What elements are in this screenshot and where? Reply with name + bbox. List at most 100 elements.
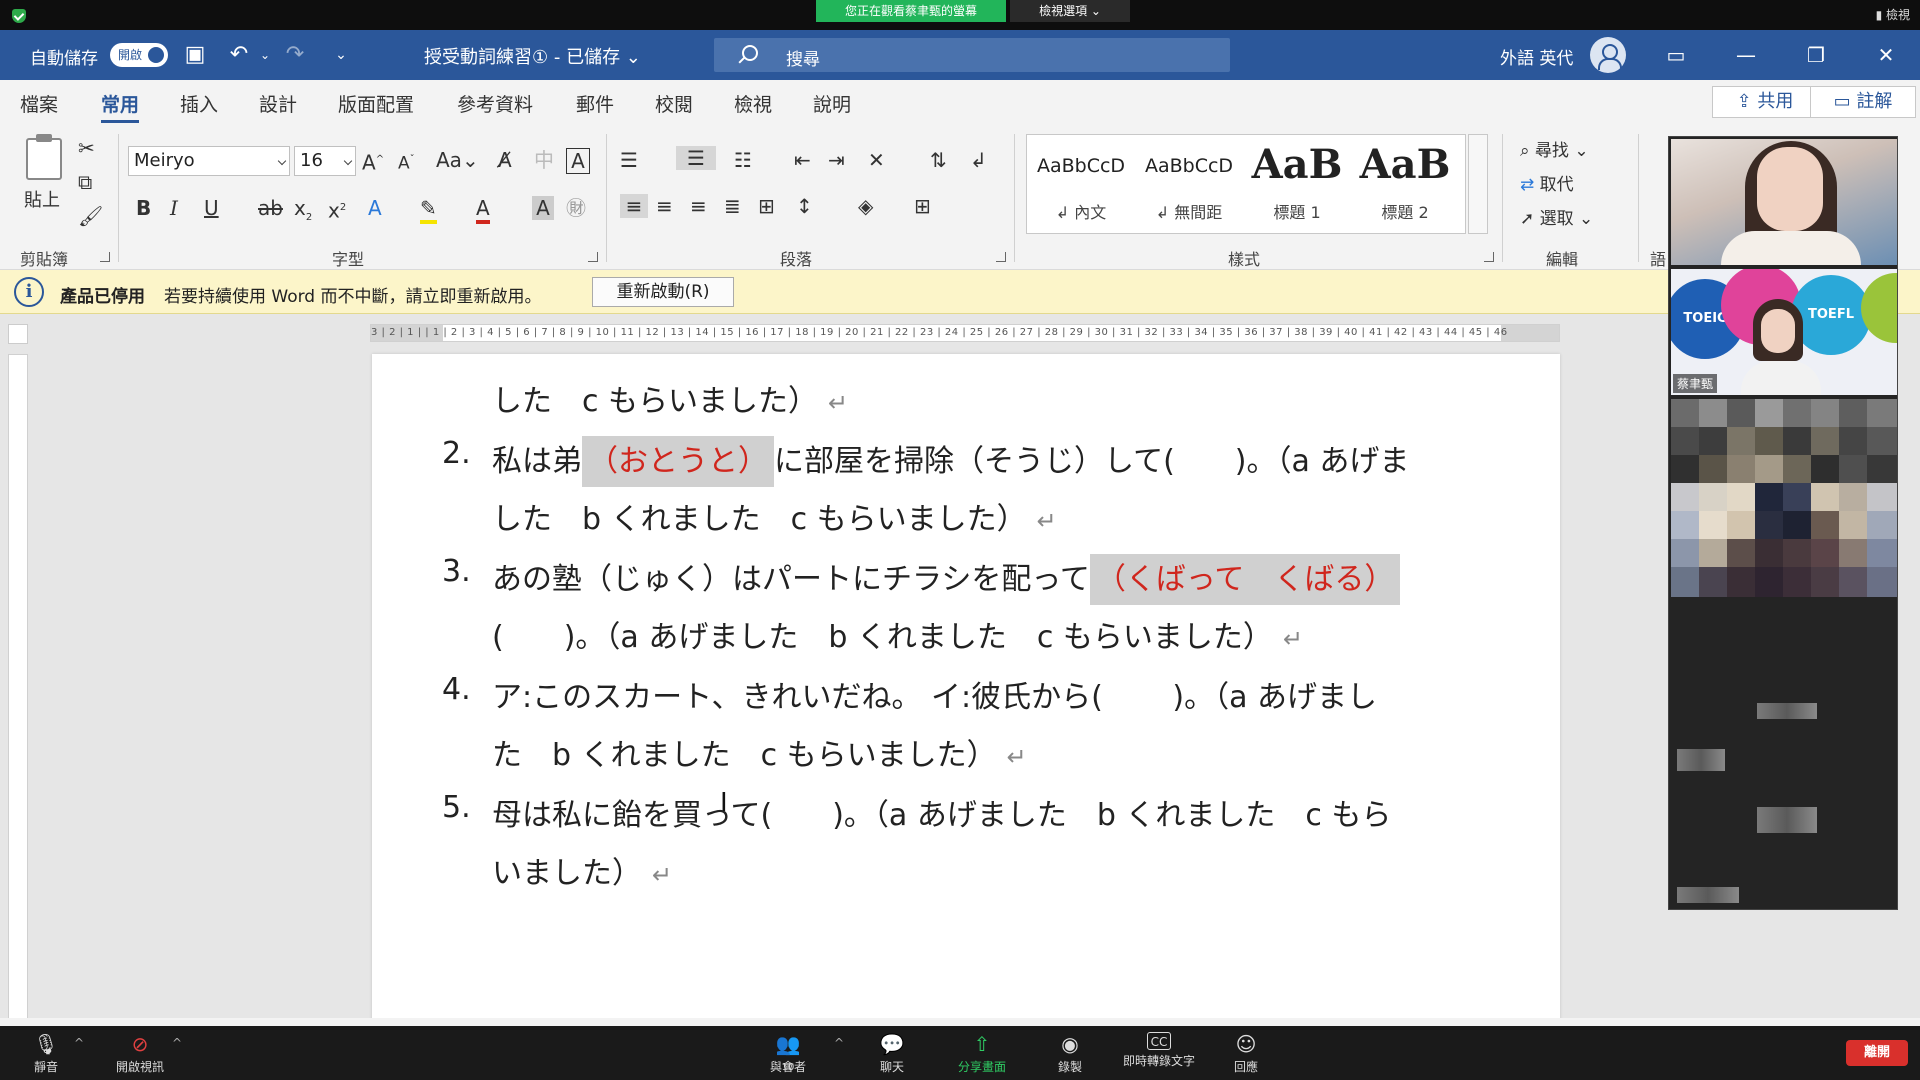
user-name[interactable]: 外語 英代 xyxy=(1500,44,1573,69)
styles-gallery[interactable]: AaBbCcD ↲ 內文 AaBbCcD ↲ 無間距 AaB 標題 1 AaB … xyxy=(1026,134,1466,234)
document-line[interactable]: いました） ↵ xyxy=(492,848,672,892)
document-line[interactable]: た b くれました c もらいました） ↵ xyxy=(492,730,1027,774)
decrease-indent-icon[interactable]: ⇤ xyxy=(794,148,811,172)
document-line[interactable]: した b くれました c もらいました） ↵ xyxy=(492,494,1057,538)
mute-button[interactable]: 🎙 靜音 xyxy=(6,1026,86,1080)
sort-icon[interactable]: ⇅ xyxy=(930,148,947,172)
chat-button[interactable]: 💬 聊天 xyxy=(852,1026,932,1080)
start-video-button[interactable]: ⊘ 開啟視訊 xyxy=(100,1026,180,1080)
line-spacing-icon[interactable]: ↕ xyxy=(796,194,813,218)
underline-icon[interactable]: U xyxy=(204,196,219,220)
document-line[interactable]: ア:このスカート、きれいだね。 イ:彼氏から( )。（a あげまし xyxy=(492,672,1377,716)
character-shading-icon[interactable]: A xyxy=(532,196,554,220)
shrink-font-icon[interactable]: Aˇ xyxy=(398,148,415,176)
clear-formatting-icon[interactable]: A̸ xyxy=(498,148,512,172)
record-button[interactable]: ◉ 錄製 xyxy=(1030,1026,1110,1080)
document-line[interactable]: 私は弟 （おとうと） に部屋を掃除（そうじ）して( )。（a あげま xyxy=(492,436,1409,487)
enclose-characters-icon[interactable]: ㊖ xyxy=(566,196,586,220)
save-icon[interactable]: ▣ xyxy=(182,42,208,68)
grow-font-icon[interactable]: A^ xyxy=(362,148,384,175)
share-screen-button[interactable]: ⇧ 分享畫面 xyxy=(942,1026,1022,1080)
document-line[interactable]: した c もらいました） ↵ xyxy=(492,376,848,420)
video-tile-host[interactable] xyxy=(1671,139,1897,265)
tab-selector[interactable] xyxy=(8,324,28,344)
style-heading-2[interactable]: AaB 標題 2 xyxy=(1351,135,1459,233)
select-button[interactable]: ➚ 選取 ⌄ xyxy=(1520,204,1593,229)
customize-toolbar-icon[interactable]: ⌄ xyxy=(328,42,354,68)
strikethrough-icon[interactable]: ab xyxy=(258,196,283,220)
style-no-spacing[interactable]: AaBbCcD ↲ 無間距 xyxy=(1135,135,1243,233)
document-line[interactable]: 母は私に飴を買って( )。（a あげました b くれました c もら xyxy=(492,790,1391,834)
distributed-icon[interactable]: ⊞ xyxy=(758,194,775,218)
video-options-chevron-icon[interactable]: ^ xyxy=(172,1036,182,1050)
share-button[interactable]: ⇪ 共用 xyxy=(1712,86,1818,118)
tab-design[interactable]: 設計 xyxy=(259,90,297,117)
horizontal-ruler[interactable]: 3 | 2 | 1 | | 1 | 2 | 3 | 4 | 5 | 6 | 7 … xyxy=(370,324,1560,342)
text-effects-icon[interactable]: A xyxy=(368,196,382,220)
tab-references[interactable]: 參考資料 xyxy=(457,90,533,117)
clipboard-launcher-icon[interactable] xyxy=(100,252,110,262)
undo-dropdown-icon[interactable]: ⌄ xyxy=(252,42,278,68)
video-tile-list[interactable] xyxy=(1671,653,1897,909)
align-right-icon[interactable]: ≡ xyxy=(690,194,707,218)
view-options-button[interactable]: 檢視選項 ⌄ xyxy=(1010,0,1130,22)
redo-icon[interactable]: ↷ xyxy=(282,42,308,68)
document-title[interactable]: 授受動詞練習① - 已儲存 ⌄ xyxy=(424,43,641,69)
video-tile-teacher[interactable]: TOEIC TOEFL 蔡聿甄 xyxy=(1671,269,1897,395)
font-launcher-icon[interactable] xyxy=(588,252,598,262)
format-painter-icon[interactable]: 🖌 xyxy=(78,204,103,228)
audio-options-chevron-icon[interactable]: ^ xyxy=(74,1036,84,1050)
leave-button[interactable]: 離開 xyxy=(1846,1040,1908,1066)
increase-indent-icon[interactable]: ⇥ xyxy=(828,148,845,172)
font-size-select[interactable]: 16 xyxy=(294,146,356,176)
view-toggle-button[interactable]: ▮ 檢視 xyxy=(1876,6,1910,23)
tab-insert[interactable]: 插入 xyxy=(180,90,218,117)
minimize-icon[interactable]: — xyxy=(1716,30,1776,80)
highlight-color-icon[interactable]: ✎ xyxy=(420,196,437,224)
tab-help[interactable]: 說明 xyxy=(813,90,851,117)
participants-chevron-icon[interactable]: ^ xyxy=(834,1036,844,1050)
ribbon-display-icon[interactable]: ▭ xyxy=(1646,30,1706,80)
styles-launcher-icon[interactable] xyxy=(1484,252,1494,262)
subscript-icon[interactable]: x2 xyxy=(294,196,312,230)
tab-review[interactable]: 校閱 xyxy=(655,90,693,117)
restore-icon[interactable]: ❐ xyxy=(1786,30,1846,80)
tab-layout[interactable]: 版面配置 xyxy=(338,90,414,117)
font-color-icon[interactable]: A xyxy=(476,196,490,224)
shading-icon[interactable]: ◈ xyxy=(858,194,873,218)
phonetic-guide-icon[interactable]: 中 xyxy=(534,148,554,172)
bold-icon[interactable]: B xyxy=(136,196,151,220)
live-transcript-button[interactable]: CC 即時轉錄文字 xyxy=(1114,1026,1204,1080)
paste-icon[interactable] xyxy=(26,134,62,180)
vertical-ruler[interactable] xyxy=(8,354,28,1024)
numbering-icon[interactable]: ☰ xyxy=(676,146,716,170)
asian-layout-icon[interactable]: ✕ xyxy=(868,148,885,172)
undo-icon[interactable]: ↶ xyxy=(226,42,252,68)
find-button[interactable]: ⌕ 尋找 ⌄ xyxy=(1520,136,1589,161)
search-box[interactable]: 搜尋 xyxy=(714,38,1230,72)
multilevel-list-icon[interactable]: ☷ xyxy=(734,148,752,172)
align-center-icon[interactable]: ≡ xyxy=(656,194,673,218)
paste-button[interactable]: 貼上 xyxy=(24,186,60,212)
zoom-video-panel[interactable]: TOEIC TOEFL 蔡聿甄 xyxy=(1668,136,1898,910)
copy-icon[interactable]: ⧉ xyxy=(78,170,92,194)
paragraph-launcher-icon[interactable] xyxy=(996,252,1006,262)
avatar[interactable] xyxy=(1590,37,1626,73)
style-normal[interactable]: AaBbCcD ↲ 內文 xyxy=(1027,135,1135,233)
change-case-icon[interactable]: Aa⌄ xyxy=(436,148,479,172)
tab-file[interactable]: 檔案 xyxy=(20,90,58,117)
document-line[interactable]: あの塾（じゅく）はパートにチラシを配って （くばって くばる） xyxy=(492,554,1401,605)
align-left-icon[interactable]: ≡ xyxy=(620,194,648,218)
tab-home[interactable]: 常用 xyxy=(101,90,140,123)
comments-button[interactable]: ▭ 註解 xyxy=(1810,86,1916,118)
participants-button[interactable]: 👥10 與會者 xyxy=(748,1026,828,1080)
autosave-toggle[interactable]: 開啟 xyxy=(110,43,168,67)
video-tile-blurred[interactable] xyxy=(1671,399,1897,649)
bullets-icon[interactable]: ☰ xyxy=(620,148,638,172)
security-shield-icon[interactable] xyxy=(12,9,26,23)
styles-gallery-scroll[interactable] xyxy=(1468,134,1488,234)
style-heading-1[interactable]: AaB 標題 1 xyxy=(1243,135,1351,233)
show-formatting-icon[interactable]: ↲ xyxy=(970,148,987,172)
italic-icon[interactable]: I xyxy=(170,196,178,220)
tab-mailings[interactable]: 郵件 xyxy=(576,90,614,117)
